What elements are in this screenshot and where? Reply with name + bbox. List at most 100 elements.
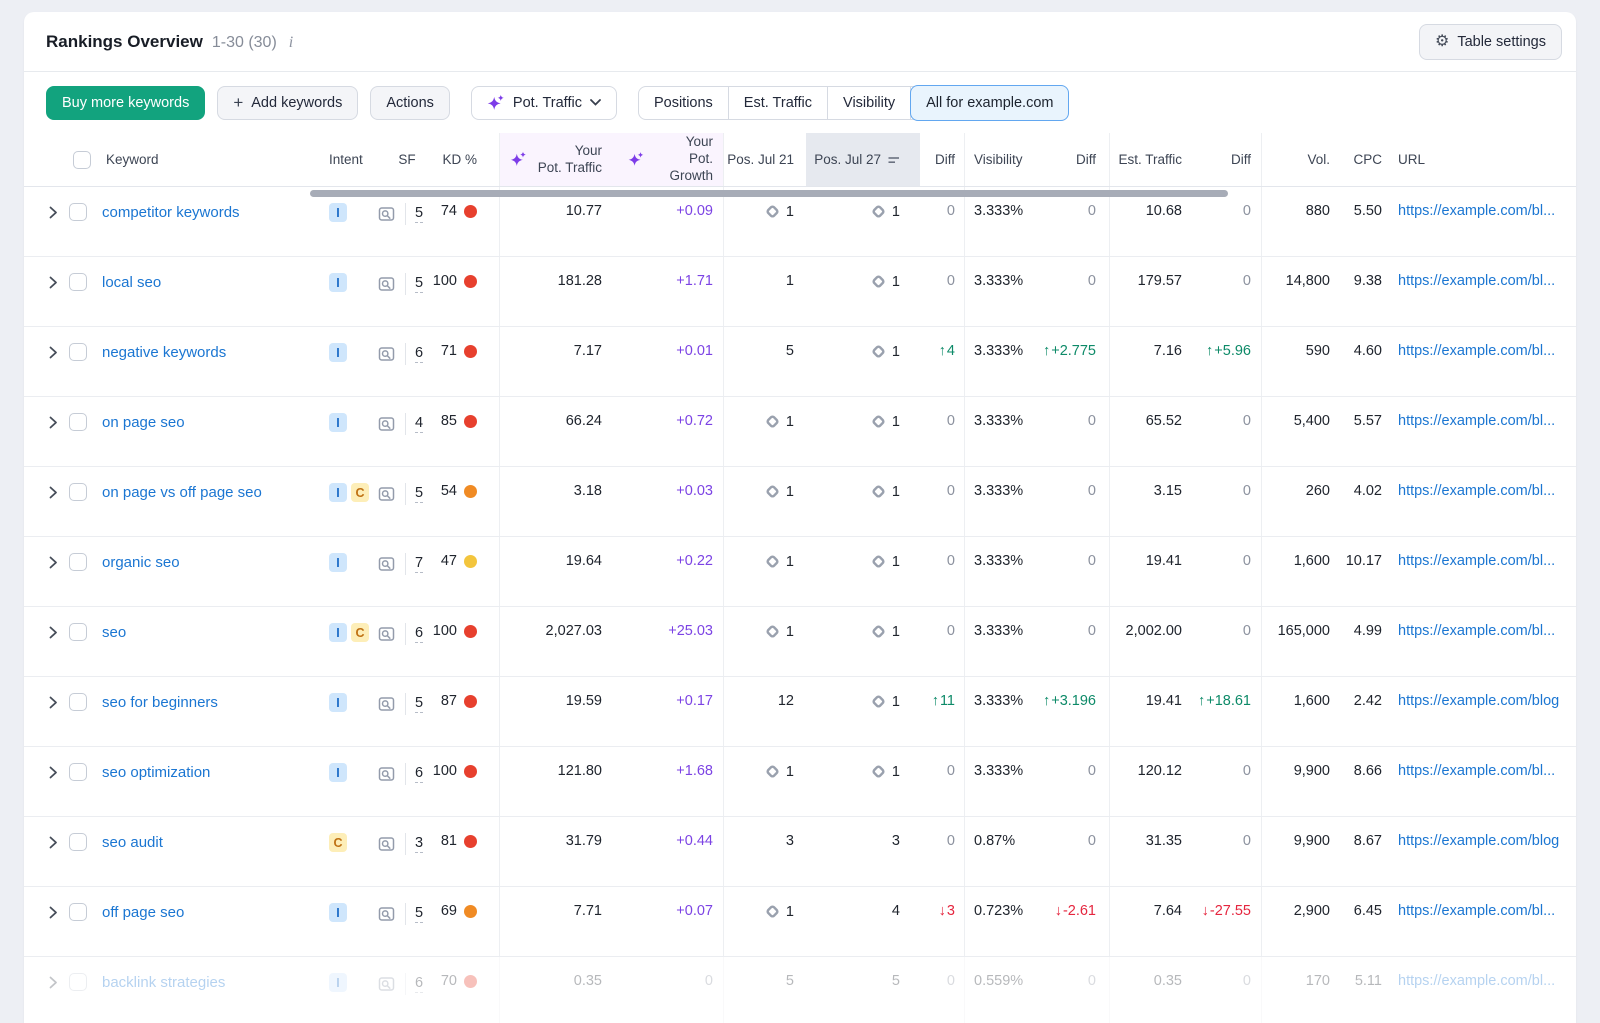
keyword-link[interactable]: backlink strategies — [102, 974, 225, 991]
keyword-link[interactable]: off page seo — [102, 904, 184, 921]
serp-features-icon[interactable] — [378, 976, 396, 993]
url-link[interactable]: https://example.com/bl... — [1398, 343, 1555, 359]
keyword-link[interactable]: on page seo — [102, 414, 185, 431]
serp-features-icon[interactable] — [378, 206, 396, 223]
serp-features-icon[interactable] — [378, 836, 396, 853]
sf-count[interactable]: 5 — [415, 275, 423, 293]
keyword-link[interactable]: negative keywords — [102, 344, 226, 361]
column-header-cpc[interactable]: CPC — [1334, 133, 1384, 186]
select-all-checkbox[interactable] — [73, 151, 91, 169]
sf-count[interactable]: 6 — [415, 975, 423, 993]
row-checkbox[interactable] — [69, 553, 87, 571]
expand-row-icon[interactable] — [49, 416, 58, 429]
keyword-link[interactable]: organic seo — [102, 554, 180, 571]
column-header-sf[interactable]: SF — [372, 133, 436, 186]
row-checkbox[interactable] — [69, 623, 87, 641]
tab-visibility[interactable]: Visibility — [828, 86, 911, 120]
serp-features-icon[interactable] — [378, 906, 396, 923]
expand-row-icon[interactable] — [49, 206, 58, 219]
serp-features-icon[interactable] — [378, 486, 396, 503]
keyword-link[interactable]: local seo — [102, 274, 161, 291]
row-checkbox[interactable] — [69, 413, 87, 431]
url-link[interactable]: https://example.com/bl... — [1398, 973, 1555, 989]
serp-features-icon[interactable] — [378, 556, 396, 573]
expand-row-icon[interactable] — [49, 696, 58, 709]
url-link[interactable]: https://example.com/bl... — [1398, 273, 1555, 289]
column-header-keyword[interactable]: Keyword — [24, 133, 309, 186]
url-link[interactable]: https://example.com/bl... — [1398, 623, 1555, 639]
add-keywords-button[interactable]: + Add keywords — [217, 86, 358, 120]
column-header-visibility-diff[interactable]: Diff — [1034, 133, 1110, 186]
url-link[interactable]: https://example.com/bl... — [1398, 763, 1555, 779]
column-header-pos-jul27[interactable]: Pos. Jul 27 — [806, 133, 920, 186]
url-link[interactable]: https://example.com/blog — [1398, 693, 1559, 709]
expand-row-icon[interactable] — [49, 556, 58, 569]
sf-count[interactable]: 5 — [415, 205, 423, 223]
sf-count[interactable]: 6 — [415, 625, 423, 643]
column-header-pos-diff[interactable]: Diff — [920, 133, 965, 186]
tab-all-for-domain[interactable]: All for example.com — [910, 85, 1069, 121]
row-checkbox[interactable] — [69, 483, 87, 501]
serp-features-icon[interactable] — [378, 696, 396, 713]
url-link[interactable]: https://example.com/bl... — [1398, 413, 1555, 429]
info-icon[interactable]: i — [289, 34, 293, 52]
horizontal-scrollbar-thumb[interactable] — [310, 190, 1228, 197]
column-header-url[interactable]: URL — [1384, 133, 1576, 186]
tab-est-traffic[interactable]: Est. Traffic — [729, 86, 828, 120]
column-header-intent[interactable]: Intent — [309, 133, 372, 186]
expand-row-icon[interactable] — [49, 276, 58, 289]
table-settings-button[interactable]: ⚙ Table settings — [1419, 24, 1562, 60]
expand-row-icon[interactable] — [49, 836, 58, 849]
sf-count[interactable]: 3 — [415, 835, 423, 853]
row-checkbox[interactable] — [69, 693, 87, 711]
row-checkbox[interactable] — [69, 973, 87, 991]
keyword-link[interactable]: seo audit — [102, 834, 163, 851]
serp-features-icon[interactable] — [378, 766, 396, 783]
keyword-link[interactable]: seo optimization — [102, 764, 210, 781]
column-header-visibility[interactable]: Visibility — [965, 133, 1034, 186]
keyword-link[interactable]: competitor keywords — [102, 204, 240, 221]
column-header-pot-growth[interactable]: YourPot. Growth — [606, 133, 724, 186]
sf-count[interactable]: 7 — [415, 555, 423, 573]
sf-count[interactable]: 6 — [415, 345, 423, 363]
column-header-est-traffic[interactable]: Est. Traffic — [1110, 133, 1189, 186]
serp-features-icon[interactable] — [378, 416, 396, 433]
row-checkbox[interactable] — [69, 763, 87, 781]
column-header-pot-traffic[interactable]: YourPot. Traffic — [500, 133, 606, 186]
sf-count[interactable]: 5 — [415, 695, 423, 713]
url-link[interactable]: https://example.com/bl... — [1398, 903, 1555, 919]
row-checkbox[interactable] — [69, 203, 87, 221]
serp-features-icon[interactable] — [378, 276, 396, 293]
actions-button[interactable]: Actions — [370, 86, 450, 120]
sf-count[interactable]: 4 — [415, 415, 423, 433]
row-checkbox[interactable] — [69, 343, 87, 361]
expand-row-icon[interactable] — [49, 906, 58, 919]
expand-row-icon[interactable] — [49, 486, 58, 499]
url-link[interactable]: https://example.com/bl... — [1398, 203, 1555, 219]
expand-row-icon[interactable] — [49, 346, 58, 359]
url-link[interactable]: https://example.com/bl... — [1398, 553, 1555, 569]
column-header-kd[interactable]: KD % — [436, 133, 500, 186]
serp-features-icon[interactable] — [378, 346, 396, 363]
keyword-link[interactable]: seo — [102, 624, 126, 641]
url-link[interactable]: https://example.com/bl... — [1398, 483, 1555, 499]
keyword-link[interactable]: seo for beginners — [102, 694, 218, 711]
expand-row-icon[interactable] — [49, 626, 58, 639]
sf-count[interactable]: 5 — [415, 905, 423, 923]
column-header-pos-jul21[interactable]: Pos. Jul 21 — [724, 133, 806, 186]
tab-positions[interactable]: Positions — [639, 86, 729, 120]
row-checkbox[interactable] — [69, 903, 87, 921]
serp-features-icon[interactable] — [378, 626, 396, 643]
column-header-volume[interactable]: Vol. — [1262, 133, 1334, 186]
sf-count[interactable]: 6 — [415, 765, 423, 783]
sf-count[interactable]: 5 — [415, 485, 423, 503]
expand-row-icon[interactable] — [49, 976, 58, 989]
row-checkbox[interactable] — [69, 833, 87, 851]
expand-row-icon[interactable] — [49, 766, 58, 779]
url-link[interactable]: https://example.com/blog — [1398, 833, 1559, 849]
row-checkbox[interactable] — [69, 273, 87, 291]
column-header-est-diff[interactable]: Diff — [1189, 133, 1262, 186]
buy-more-keywords-button[interactable]: Buy more keywords — [46, 86, 205, 120]
metric-dropdown[interactable]: Pot. Traffic — [471, 86, 617, 120]
keyword-link[interactable]: on page vs off page seo — [102, 484, 262, 501]
